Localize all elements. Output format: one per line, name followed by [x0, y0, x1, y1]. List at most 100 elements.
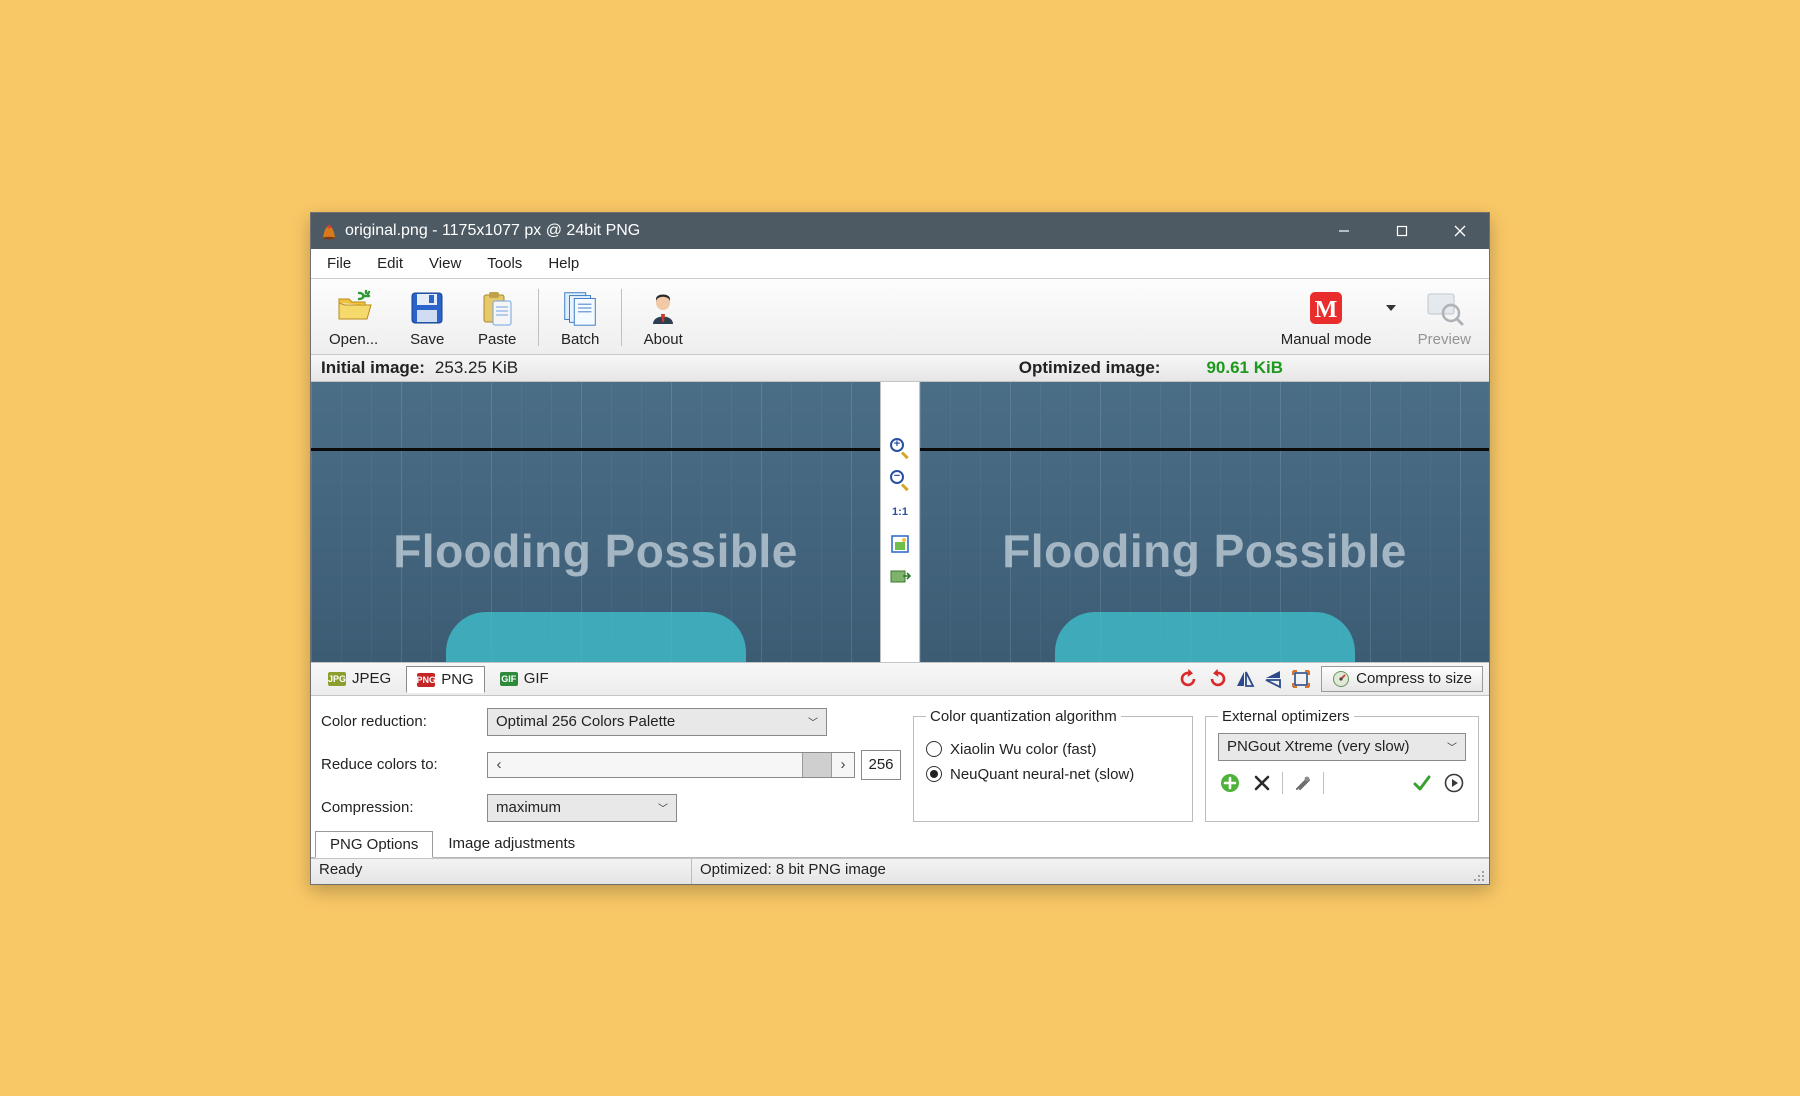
about-person-icon	[642, 287, 684, 329]
open-label: Open...	[329, 331, 378, 348]
preview-button[interactable]: Preview	[1404, 285, 1485, 350]
remove-optimizer-button[interactable]	[1250, 771, 1274, 795]
resize-grip-icon[interactable]	[1467, 859, 1489, 884]
menu-help[interactable]: Help	[536, 253, 591, 274]
separator	[1323, 772, 1324, 794]
quant-option-neuquant[interactable]: NeuQuant neural-net (slow)	[926, 766, 1180, 783]
configure-optimizer-button[interactable]	[1291, 771, 1315, 795]
tab-png[interactable]: PNG PNG	[406, 666, 485, 693]
zoom-actual-size-button[interactable]: 1:1	[888, 500, 912, 524]
optimized-image-label: Optimized image:	[1019, 358, 1161, 377]
quantization-legend: Color quantization algorithm	[926, 708, 1121, 725]
rotate-ccw-button[interactable]	[1176, 666, 1202, 692]
clipboard-paste-icon	[476, 287, 518, 329]
menubar: File Edit View Tools Help	[311, 249, 1489, 279]
compression-select[interactable]: maximum ﹀	[487, 794, 677, 822]
flip-horizontal-button[interactable]	[1232, 666, 1258, 692]
optimized-preview-pane[interactable]: Flooding Possible	[920, 382, 1489, 662]
gif-icon: GIF	[500, 672, 518, 686]
toolbar-separator	[538, 289, 539, 346]
separator	[1282, 772, 1283, 794]
minimize-button[interactable]	[1315, 213, 1373, 249]
tab-jpeg[interactable]: JPG JPEG	[317, 665, 402, 692]
apply-optimizer-button[interactable]	[1410, 771, 1434, 795]
app-window: original.png - 1175x1077 px @ 24bit PNG …	[310, 212, 1490, 885]
reduce-colors-value[interactable]: 256	[861, 750, 901, 780]
compress-to-size-label: Compress to size	[1356, 670, 1472, 687]
original-preview-pane[interactable]: Flooding Possible	[311, 382, 880, 662]
maximize-button[interactable]	[1373, 213, 1431, 249]
open-button[interactable]: Open...	[315, 285, 392, 350]
color-reduction-value: Optimal 256 Colors Palette	[496, 713, 675, 730]
resize-button[interactable]	[1288, 666, 1314, 692]
chevron-down-icon: ﹀	[1447, 739, 1457, 754]
about-label: About	[644, 331, 683, 348]
save-button[interactable]: Save	[392, 285, 462, 350]
chevron-down-icon: ﹀	[808, 714, 818, 729]
mode-dropdown-arrow[interactable]	[1386, 285, 1404, 311]
png-basic-options: Color reduction: Optimal 256 Colors Pale…	[321, 708, 901, 822]
size-info-bar: Initial image: 253.25 KiB Optimized imag…	[311, 355, 1489, 382]
slider-increment[interactable]: ›	[832, 756, 854, 773]
initial-image-size: 253.25 KiB	[435, 358, 518, 378]
subtab-png-options[interactable]: PNG Options	[315, 831, 433, 858]
menu-file[interactable]: File	[315, 253, 363, 274]
flip-vertical-button[interactable]	[1260, 666, 1286, 692]
radio-checked-icon	[926, 766, 942, 782]
toolbar-separator	[621, 289, 622, 346]
zoom-out-button[interactable]: −	[888, 468, 912, 492]
tab-jpeg-label: JPEG	[352, 670, 391, 687]
close-button[interactable]	[1431, 213, 1489, 249]
zoom-in-button[interactable]: +	[888, 436, 912, 460]
options-panel: Color reduction: Optimal 256 Colors Pale…	[311, 696, 1489, 830]
menu-edit[interactable]: Edit	[365, 253, 415, 274]
tab-gif-label: GIF	[524, 670, 549, 687]
statusbar: Ready Optimized: 8 bit PNG image	[311, 858, 1489, 884]
paste-button[interactable]: Paste	[462, 285, 532, 350]
external-optimizer-select[interactable]: PNGout Xtreme (very slow) ﹀	[1218, 733, 1466, 761]
quant-option-wu[interactable]: Xiaolin Wu color (fast)	[926, 741, 1180, 758]
paste-label: Paste	[478, 331, 516, 348]
color-reduction-select[interactable]: Optimal 256 Colors Palette ﹀	[487, 708, 827, 736]
compression-label: Compression:	[321, 799, 481, 816]
magnifier-preview-icon	[1423, 287, 1465, 329]
manual-mode-icon: M	[1305, 287, 1347, 329]
options-subtabs: PNG Options Image adjustments	[311, 830, 1489, 858]
app-icon	[319, 221, 339, 241]
floppy-disk-icon	[406, 287, 448, 329]
folder-open-icon	[333, 287, 375, 329]
compression-value: maximum	[496, 799, 561, 816]
tab-png-label: PNG	[441, 671, 474, 688]
external-optimizers-legend: External optimizers	[1218, 708, 1354, 725]
fit-window-button[interactable]	[888, 532, 912, 556]
about-button[interactable]: About	[628, 285, 698, 350]
zoom-toolbar: + − 1:1	[880, 382, 920, 662]
manual-mode-label: Manual mode	[1281, 331, 1372, 348]
optimized-image-size: 90.61 KiB	[1206, 358, 1283, 378]
tab-gif[interactable]: GIF GIF	[489, 665, 560, 692]
svg-text:M: M	[1315, 297, 1338, 323]
save-label: Save	[410, 331, 444, 348]
slider-decrement[interactable]: ‹	[488, 756, 510, 773]
slider-thumb[interactable]	[802, 753, 832, 777]
pan-sync-button[interactable]	[888, 564, 912, 588]
chevron-down-icon: ﹀	[658, 800, 668, 815]
manual-mode-button[interactable]: M Manual mode	[1267, 285, 1386, 350]
rotate-cw-button[interactable]	[1204, 666, 1230, 692]
compress-to-size-button[interactable]: Compress to size	[1321, 666, 1483, 692]
png-icon: PNG	[417, 673, 435, 687]
run-optimizer-button[interactable]	[1442, 771, 1466, 795]
reduce-colors-slider[interactable]: ‹ ›	[487, 752, 855, 778]
batch-icon	[559, 287, 601, 329]
preview-overlay-text: Flooding Possible	[311, 524, 880, 578]
add-optimizer-button[interactable]	[1218, 771, 1242, 795]
subtab-image-adjustments[interactable]: Image adjustments	[433, 830, 590, 857]
menu-tools[interactable]: Tools	[475, 253, 534, 274]
batch-button[interactable]: Batch	[545, 285, 615, 350]
quant-wu-label: Xiaolin Wu color (fast)	[950, 741, 1096, 758]
initial-image-label: Initial image:	[321, 358, 425, 378]
menu-view[interactable]: View	[417, 253, 473, 274]
status-ready: Ready	[311, 859, 691, 884]
quantization-group: Color quantization algorithm Xiaolin Wu …	[913, 708, 1193, 822]
preview-overlay-text: Flooding Possible	[920, 524, 1489, 578]
